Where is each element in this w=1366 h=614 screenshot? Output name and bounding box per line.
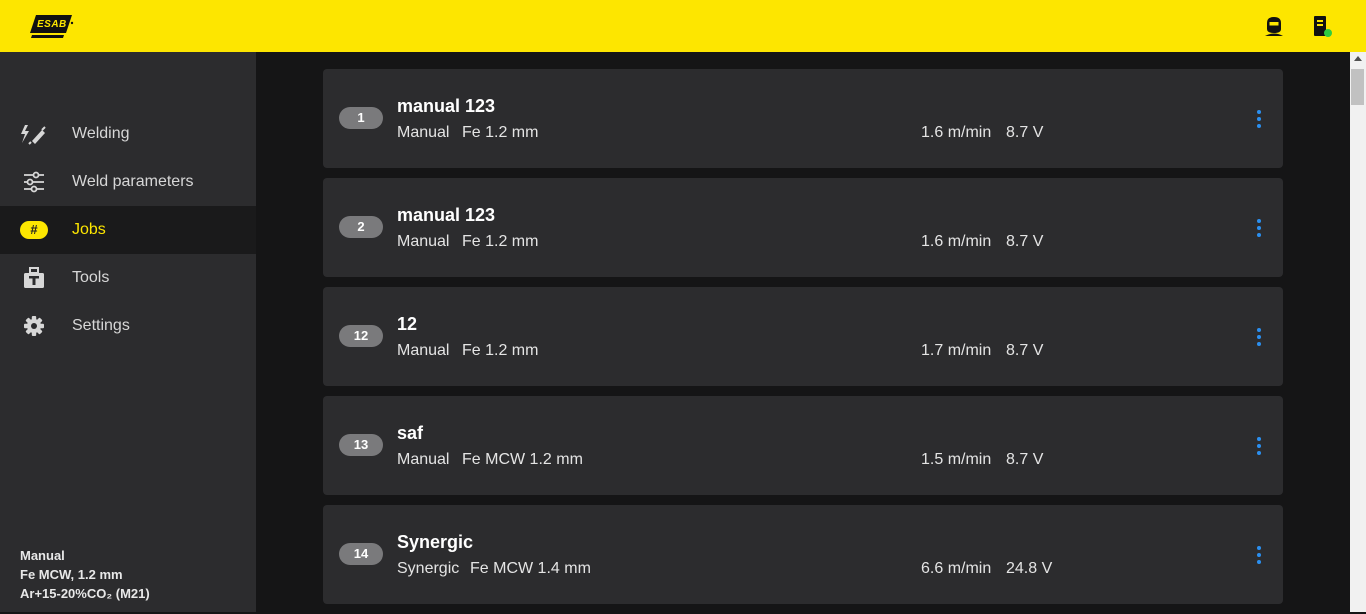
sidebar-item-label: Tools: [72, 269, 110, 286]
job-voltage: 8.7 V: [1006, 342, 1044, 359]
sidebar-item-label: Welding: [72, 125, 130, 142]
job-wire: Fe 1.2 mm: [462, 233, 539, 250]
job-wire: Fe 1.2 mm: [462, 342, 539, 359]
main-content: 1 manual 123 Manual Fe 1.2 mm 1.6 m/min …: [256, 52, 1350, 612]
job-voltage: 24.8 V: [1006, 560, 1053, 577]
job-number-badge: 13: [339, 434, 383, 456]
job-wire-speed: 1.7 m/min: [921, 342, 992, 359]
job-number-badge: 1: [339, 107, 383, 129]
job-name: 12: [397, 314, 418, 334]
sidebar-item-settings[interactable]: Settings: [0, 302, 256, 350]
logo-text: ESAB: [37, 19, 67, 30]
welding-torch-icon: [20, 122, 48, 146]
sidebar-item-welding[interactable]: Welding: [0, 110, 256, 158]
job-wire: Fe MCW 1.2 mm: [462, 451, 583, 468]
more-options-icon[interactable]: [1249, 543, 1269, 567]
vertical-scrollbar[interactable]: [1350, 52, 1366, 612]
job-mode: Manual: [397, 342, 450, 359]
current-setup-status: Manual Fe MCW, 1.2 mm Ar+15-20%CO₂ (M21): [20, 546, 150, 603]
hash-icon: #: [20, 218, 48, 242]
gear-icon: [20, 314, 48, 338]
more-options-icon[interactable]: [1249, 216, 1269, 240]
job-voltage: 8.7 V: [1006, 124, 1044, 141]
job-name: Synergic: [397, 532, 474, 552]
job-mode: Manual: [397, 451, 450, 468]
status-wire: Fe MCW, 1.2 mm: [20, 567, 123, 582]
job-number-badge: 2: [339, 216, 383, 238]
scroll-thumb[interactable]: [1351, 69, 1364, 105]
machine-status-icon[interactable]: [1310, 14, 1334, 38]
job-card[interactable]: 2 manual 123 Manual Fe 1.2 mm 1.6 m/min …: [323, 178, 1283, 277]
job-mode: Synergic: [397, 560, 460, 577]
esab-logo[interactable]: ESAB: [30, 13, 74, 39]
job-card[interactable]: 1 manual 123 Manual Fe 1.2 mm 1.6 m/min …: [323, 69, 1283, 168]
welder-helmet-icon[interactable]: [1262, 14, 1286, 38]
job-name: saf: [397, 423, 424, 443]
job-wire-speed: 1.6 m/min: [921, 124, 992, 141]
job-card[interactable]: 14 Synergic Synergic Fe MCW 1.4 mm 6.6 m…: [323, 505, 1283, 604]
job-voltage: 8.7 V: [1006, 233, 1044, 250]
job-list: 1 manual 123 Manual Fe 1.2 mm 1.6 m/min …: [323, 69, 1283, 614]
job-wire-speed: 1.6 m/min: [921, 233, 992, 250]
job-card[interactable]: 13 saf Manual Fe MCW 1.2 mm 1.5 m/min 8.…: [323, 396, 1283, 495]
sidebar-item-label: Weld parameters: [72, 173, 194, 190]
job-number-badge: 12: [339, 325, 383, 347]
more-options-icon[interactable]: [1249, 325, 1269, 349]
sidebar-nav: Welding Weld parameters # Jobs Tools Set…: [0, 110, 256, 350]
top-bar: ESAB: [0, 0, 1366, 52]
job-number-badge: 14: [339, 543, 383, 565]
job-wire: Fe MCW 1.4 mm: [470, 560, 591, 577]
toolbox-icon: [20, 266, 48, 290]
sidebar-item-jobs[interactable]: # Jobs: [0, 206, 256, 254]
sidebar-item-label: Jobs: [72, 221, 106, 238]
job-wire-speed: 1.5 m/min: [921, 451, 992, 468]
sidebar-item-label: Settings: [72, 317, 130, 334]
job-wire-speed: 6.6 m/min: [921, 560, 992, 577]
job-name: manual 123: [397, 96, 496, 116]
status-gas: Ar+15-20%CO₂ (M21): [20, 586, 150, 601]
sliders-icon: [20, 170, 48, 194]
scroll-up-icon[interactable]: [1354, 56, 1362, 61]
job-mode: Manual: [397, 233, 450, 250]
sidebar-item-weld-parameters[interactable]: Weld parameters: [0, 158, 256, 206]
more-options-icon[interactable]: [1249, 107, 1269, 131]
job-name: manual 123: [397, 205, 496, 225]
status-mode: Manual: [20, 548, 65, 563]
job-voltage: 8.7 V: [1006, 451, 1044, 468]
more-options-icon[interactable]: [1249, 434, 1269, 458]
job-wire: Fe 1.2 mm: [462, 124, 539, 141]
sidebar-item-tools[interactable]: Tools: [0, 254, 256, 302]
job-mode: Manual: [397, 124, 450, 141]
sidebar: Welding Weld parameters # Jobs Tools Set…: [0, 52, 256, 612]
job-card[interactable]: 12 12 Manual Fe 1.2 mm 1.7 m/min 8.7 V: [323, 287, 1283, 386]
